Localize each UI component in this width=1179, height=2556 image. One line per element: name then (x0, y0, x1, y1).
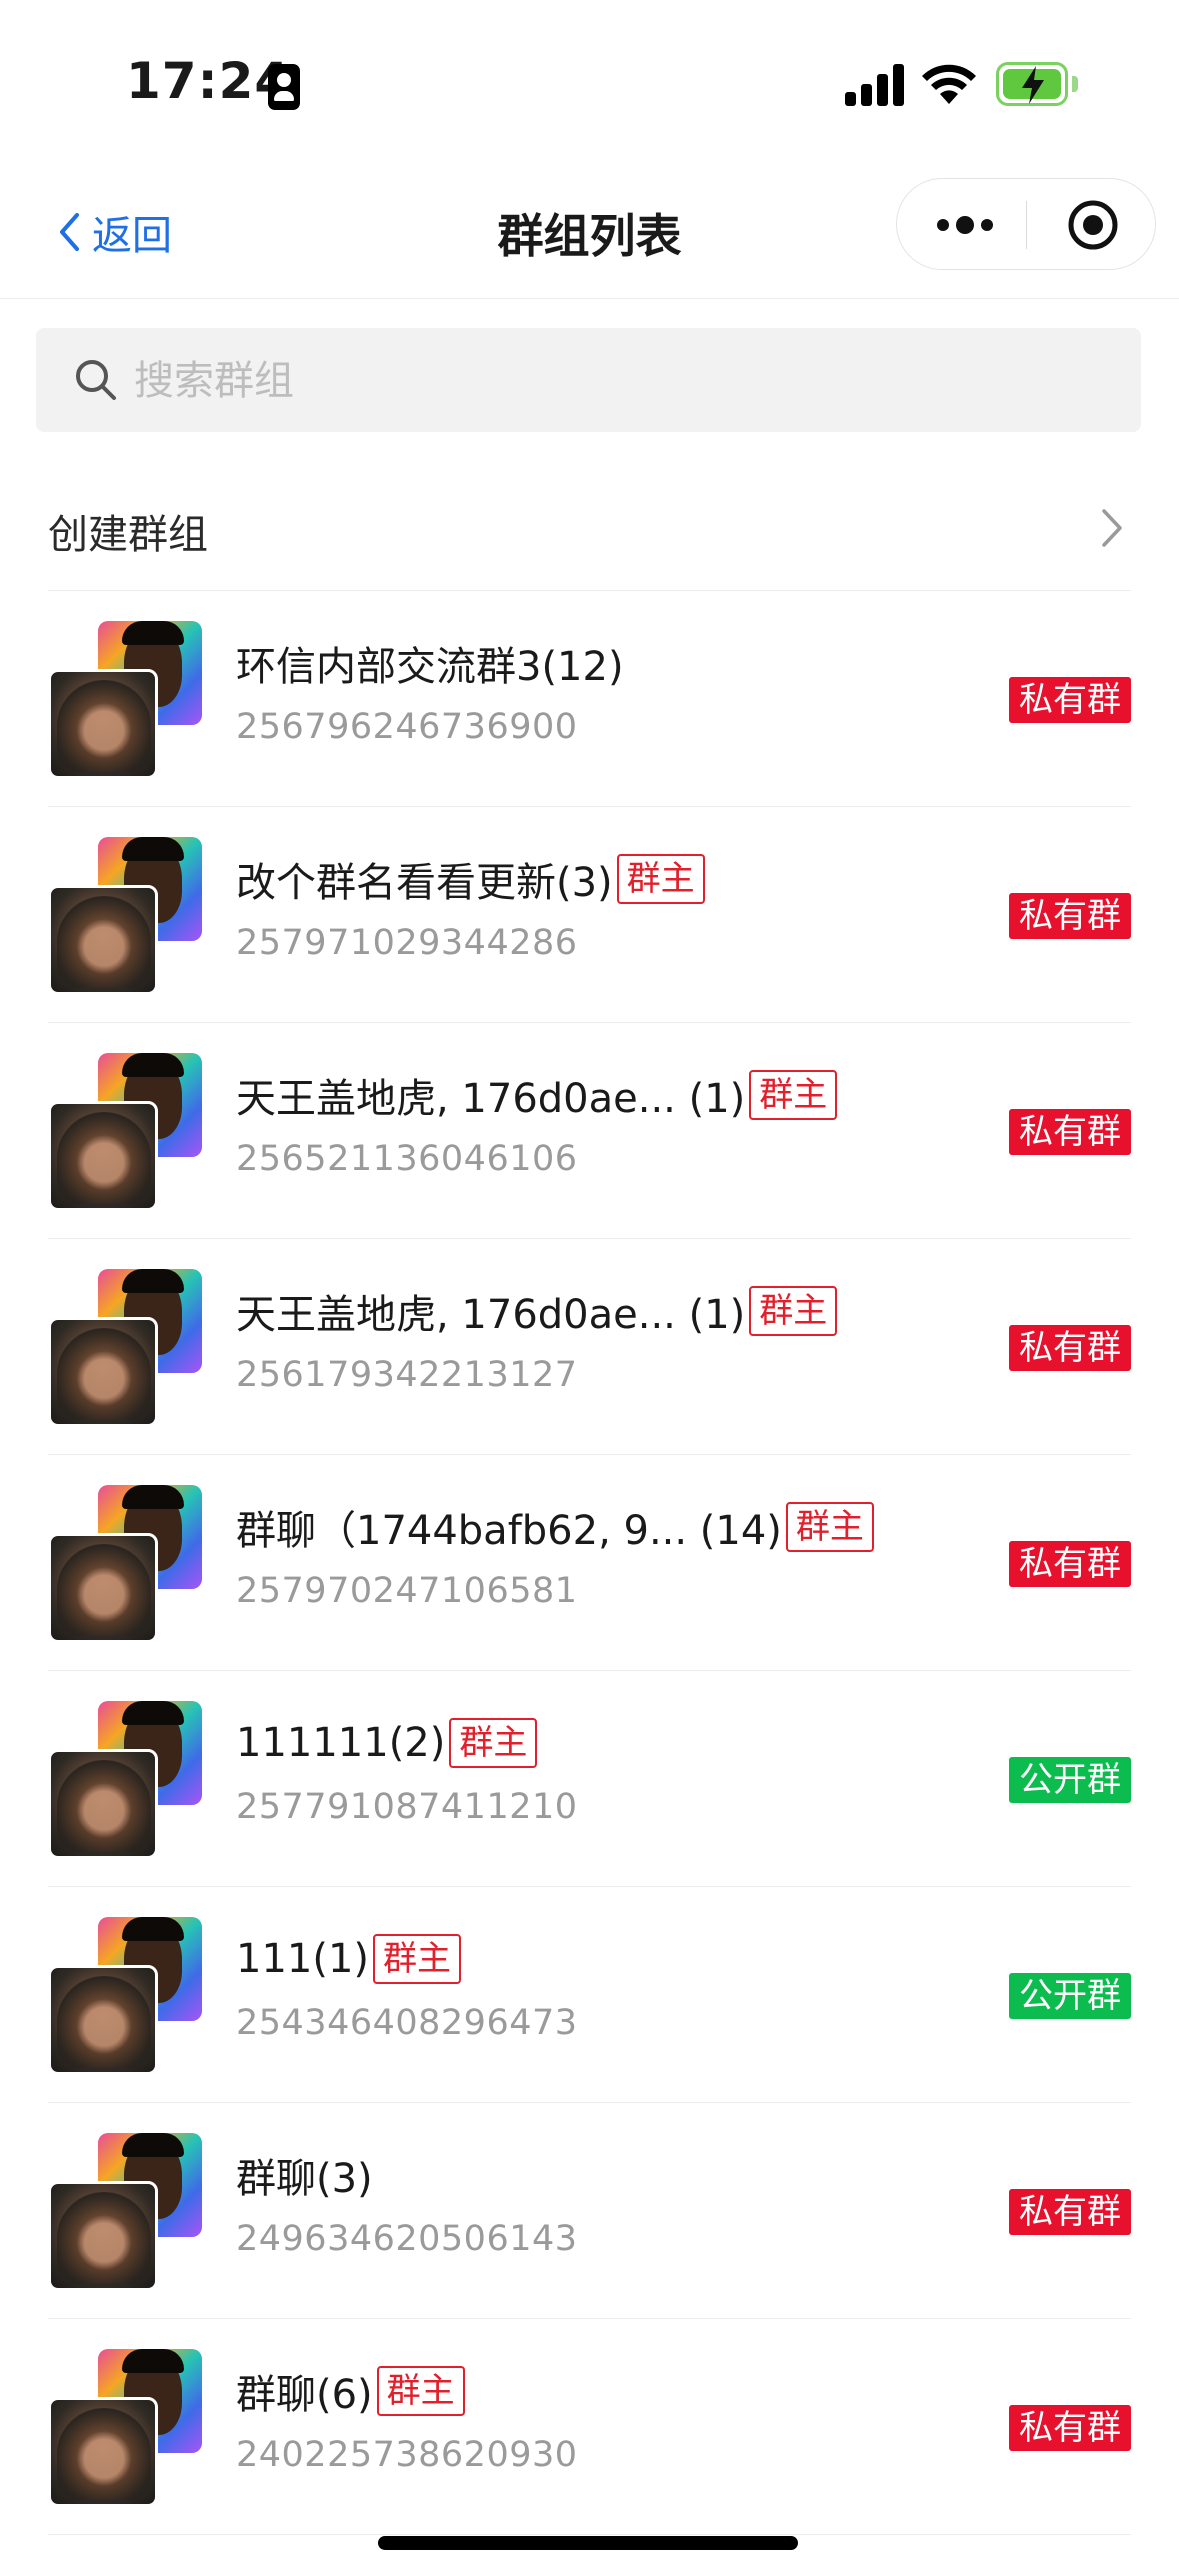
group-type-badge: 私有群 (1009, 1325, 1131, 1371)
owner-badge: 群主 (449, 1718, 538, 1768)
group-name-line: 环信内部交流群3(12) (236, 635, 624, 691)
wifi-icon (922, 64, 976, 104)
group-type-badge: 公开群 (1009, 1973, 1131, 2019)
member-avatar (48, 1101, 158, 1211)
group-avatar (48, 621, 204, 781)
group-id: 256521136046106 (236, 1139, 578, 1179)
group-type-badge: 私有群 (1009, 2405, 1131, 2451)
member-avatar (48, 2181, 158, 2291)
owner-badge: 群主 (373, 1934, 462, 1984)
search-input[interactable] (132, 328, 1096, 434)
status-time: 17:24 (126, 52, 291, 110)
group-type-badge: 公开群 (1009, 1757, 1131, 1803)
group-list: 环信内部交流群3(12) 256796246736900 私有群 改个群名看看更… (48, 591, 1131, 2535)
owner-badge: 群主 (376, 2366, 465, 2416)
group-row[interactable]: 群聊(3) 249634620506143 私有群 (48, 2103, 1131, 2319)
group-type-badge: 私有群 (1009, 2189, 1131, 2235)
group-id: 249634620506143 (236, 2219, 578, 2259)
group-name-line: 群聊（1744bafb62, 9... (14) 群主 (236, 1499, 874, 1555)
group-id: 257971029344286 (236, 923, 578, 963)
mini-program-capsule (896, 178, 1156, 270)
group-name-line: 111(1) 群主 (236, 1931, 462, 1987)
group-name: 改个群名看看更新(3) (236, 860, 613, 906)
group-type-badge: 私有群 (1009, 1541, 1131, 1587)
group-avatar (48, 1917, 204, 2077)
owner-badge: 群主 (749, 1070, 838, 1120)
group-row[interactable]: 天王盖地虎, 176d0ae... (1) 群主 256521136046106… (48, 1023, 1131, 1239)
group-name: 环信内部交流群3(12) (236, 644, 624, 690)
create-group-item[interactable]: 创建群组 (48, 470, 1131, 591)
status-bar: 17:24 (0, 0, 1179, 170)
group-name: 群聊(3) (236, 2156, 373, 2202)
group-name-line: 群聊(6) 群主 (236, 2363, 465, 2419)
group-name-line: 改个群名看看更新(3) 群主 (236, 851, 705, 907)
group-avatar (48, 1269, 204, 1429)
group-row[interactable]: 天王盖地虎, 176d0ae... (1) 群主 256179342213127… (48, 1239, 1131, 1455)
owner-badge: 群主 (785, 1502, 874, 1552)
group-avatar (48, 1053, 204, 1213)
create-group-label: 创建群组 (48, 512, 208, 558)
group-name: 111111(2) (236, 1720, 446, 1766)
group-avatar (48, 2133, 204, 2293)
group-name-line: 111111(2) 群主 (236, 1715, 538, 1771)
group-row[interactable]: 环信内部交流群3(12) 256796246736900 私有群 (48, 591, 1131, 807)
member-avatar (48, 1533, 158, 1643)
group-id: 254346408296473 (236, 2003, 578, 2043)
group-id: 257791087411210 (236, 1787, 578, 1827)
owner-badge: 群主 (616, 854, 705, 904)
close-mini-program-button[interactable] (1067, 199, 1119, 251)
group-name: 天王盖地虎, 176d0ae... (1) (236, 1076, 746, 1122)
member-avatar (48, 1317, 158, 1427)
group-id: 240225738620930 (236, 2435, 578, 2475)
cellular-signal-icon (845, 62, 905, 106)
battery-icon (996, 62, 1078, 106)
member-avatar (48, 885, 158, 995)
group-name: 群聊(6) (236, 2372, 373, 2418)
group-row[interactable]: 改个群名看看更新(3) 群主 257971029344286 私有群 (48, 807, 1131, 1023)
group-row[interactable]: 群聊(6) 群主 240225738620930 私有群 (48, 2319, 1131, 2535)
group-type-badge: 私有群 (1009, 677, 1131, 723)
group-avatar (48, 2349, 204, 2509)
search-icon (76, 360, 116, 400)
home-indicator (378, 2536, 798, 2550)
group-avatar (48, 837, 204, 997)
group-id: 256179342213127 (236, 1355, 578, 1395)
group-type-badge: 私有群 (1009, 893, 1131, 939)
chevron-right-icon (1102, 509, 1122, 547)
more-options-button[interactable] (935, 209, 995, 241)
owner-badge: 群主 (749, 1286, 838, 1336)
member-avatar (48, 669, 158, 779)
group-row[interactable]: 111(1) 群主 254346408296473 公开群 (48, 1887, 1131, 2103)
group-name: 天王盖地虎, 176d0ae... (1) (236, 1292, 746, 1338)
member-avatar (48, 2397, 158, 2507)
contact-card-icon (268, 64, 300, 110)
group-row[interactable]: 群聊（1744bafb62, 9... (14) 群主 257970247106… (48, 1455, 1131, 1671)
group-avatar (48, 1701, 204, 1861)
group-name: 群聊（1744bafb62, 9... (14) (236, 1508, 782, 1554)
group-name-line: 天王盖地虎, 176d0ae... (1) 群主 (236, 1283, 838, 1339)
search-bar (36, 328, 1141, 434)
member-avatar (48, 1965, 158, 2075)
group-row[interactable]: 111111(2) 群主 257791087411210 公开群 (48, 1671, 1131, 1887)
group-id: 257970247106581 (236, 1571, 578, 1611)
group-name-line: 天王盖地虎, 176d0ae... (1) 群主 (236, 1067, 838, 1123)
member-avatar (48, 1749, 158, 1859)
group-type-badge: 私有群 (1009, 1109, 1131, 1155)
group-name: 111(1) (236, 1936, 370, 1982)
group-name-line: 群聊(3) (236, 2147, 373, 2203)
group-id: 256796246736900 (236, 707, 578, 747)
navigation-bar: 返回 群组列表 (0, 170, 1179, 299)
group-avatar (48, 1485, 204, 1645)
